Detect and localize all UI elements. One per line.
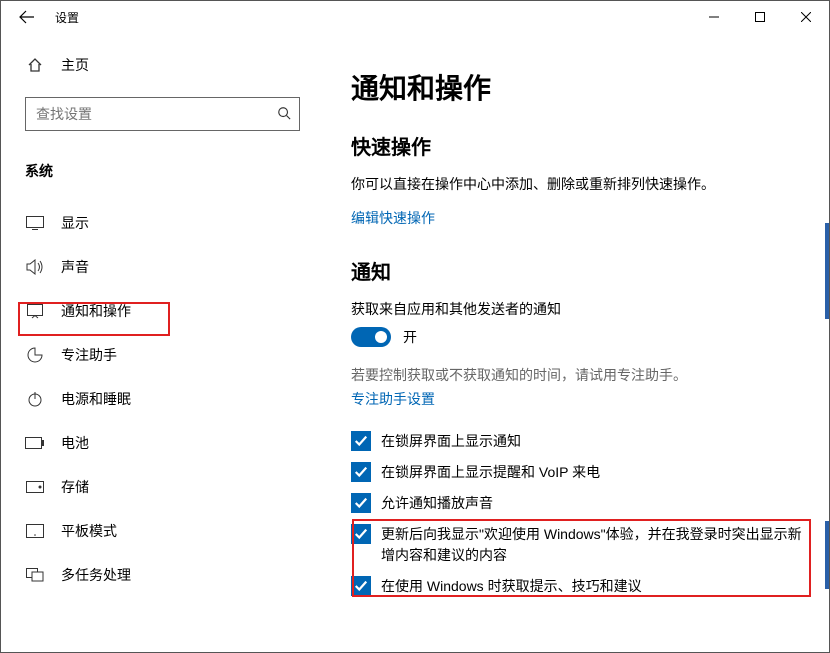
checkbox[interactable] [351, 493, 371, 513]
maximize-icon [755, 12, 765, 22]
checkbox-label: 在锁屏界面上显示通知 [381, 431, 521, 452]
minimize-button[interactable] [691, 1, 737, 33]
maximize-button[interactable] [737, 1, 783, 33]
battery-icon [25, 437, 45, 449]
notifications-toggle-row: 开 [351, 327, 805, 347]
toggle-state-label: 开 [403, 327, 417, 347]
close-icon [801, 12, 811, 22]
checkbox-label: 更新后向我显示"欢迎使用 Windows"体验，并在我登录时突出显示新增内容和建… [381, 524, 805, 566]
checkbox-label: 在使用 Windows 时获取提示、技巧和建议 [381, 576, 642, 597]
sidebar-item-tablet[interactable]: 平板模式 [1, 509, 320, 553]
checkbox-sound: 允许通知播放声音 [351, 493, 805, 514]
section-notifications: 通知 [351, 256, 805, 285]
home-label: 主页 [61, 55, 89, 75]
sound-icon [25, 259, 45, 275]
section-quick-actions: 快速操作 [351, 131, 805, 160]
sidebar-item-multitask[interactable]: 多任务处理 [1, 553, 320, 597]
sidebar-item-label: 通知和操作 [61, 301, 131, 321]
quick-actions-desc: 你可以直接在操作中心中添加、删除或重新排列快速操作。 [351, 174, 805, 194]
sidebar: 主页 系统 显示 声音 通知和操作 [1, 33, 321, 652]
home-icon [25, 57, 45, 73]
sidebar-item-label: 多任务处理 [61, 565, 131, 585]
sidebar-item-label: 电源和睡眠 [61, 389, 131, 409]
notification-icon [25, 303, 45, 319]
sidebar-item-notifications[interactable]: 通知和操作 [1, 289, 320, 333]
sidebar-item-label: 存储 [61, 477, 89, 497]
search-icon [277, 106, 291, 123]
tablet-icon [25, 524, 45, 538]
checkbox[interactable] [351, 431, 371, 451]
sidebar-item-label: 声音 [61, 257, 89, 277]
main-content: 通知和操作 快速操作 你可以直接在操作中心中添加、删除或重新排列快速操作。 编辑… [321, 33, 829, 652]
sidebar-item-battery[interactable]: 电池 [1, 421, 320, 465]
settings-window: 设置 主页 [0, 0, 830, 653]
sidebar-item-label: 电池 [61, 433, 89, 453]
display-icon [25, 216, 45, 230]
sidebar-item-label: 专注助手 [61, 345, 117, 365]
multitask-icon [25, 568, 45, 582]
home-button[interactable]: 主页 [1, 45, 320, 85]
checkbox-label: 允许通知播放声音 [381, 493, 493, 514]
sidebar-item-focus[interactable]: 专注助手 [1, 333, 320, 377]
power-icon [25, 391, 45, 407]
sidebar-item-power[interactable]: 电源和睡眠 [1, 377, 320, 421]
minimize-icon [709, 12, 719, 22]
checkbox-lockscreen-notify: 在锁屏界面上显示通知 [351, 431, 805, 452]
checkbox-tips: 在使用 Windows 时获取提示、技巧和建议 [351, 576, 805, 597]
search-input[interactable] [34, 105, 277, 123]
search-input-wrapper[interactable] [25, 97, 300, 131]
sidebar-item-display[interactable]: 显示 [1, 201, 320, 245]
focus-icon [25, 347, 45, 363]
back-arrow-icon [19, 9, 35, 25]
checkbox[interactable] [351, 524, 371, 544]
page-title: 通知和操作 [351, 67, 805, 107]
storage-icon [25, 481, 45, 493]
sidebar-item-label: 显示 [61, 213, 89, 233]
checkbox[interactable] [351, 576, 371, 596]
body: 主页 系统 显示 声音 通知和操作 [1, 33, 829, 652]
checkbox-lockscreen-voip: 在锁屏界面上显示提醒和 VoIP 来电 [351, 462, 805, 483]
notifications-toggle[interactable] [351, 327, 391, 347]
sidebar-item-storage[interactable]: 存储 [1, 465, 320, 509]
sidebar-item-label: 平板模式 [61, 521, 117, 541]
sidebar-item-sound[interactable]: 声音 [1, 245, 320, 289]
checkbox-label: 在锁屏界面上显示提醒和 VoIP 来电 [381, 462, 600, 483]
background-window-hint [825, 223, 830, 319]
close-button[interactable] [783, 1, 829, 33]
edit-quick-actions-link[interactable]: 编辑快速操作 [351, 208, 435, 228]
window-title: 设置 [47, 9, 79, 26]
notifications-sub: 获取来自应用和其他发送者的通知 [351, 299, 805, 319]
back-button[interactable] [7, 1, 47, 33]
focus-note: 若要控制获取或不获取通知的时间，请试用专注助手。 [351, 365, 805, 385]
titlebar: 设置 [1, 1, 829, 33]
background-window-hint [825, 521, 830, 589]
window-controls [691, 1, 829, 33]
checkbox[interactable] [351, 462, 371, 482]
checkbox-welcome-experience: 更新后向我显示"欢迎使用 Windows"体验，并在我登录时突出显示新增内容和建… [351, 524, 805, 566]
sidebar-group-system: 系统 [1, 141, 320, 201]
focus-assist-settings-link[interactable]: 专注助手设置 [351, 389, 435, 409]
